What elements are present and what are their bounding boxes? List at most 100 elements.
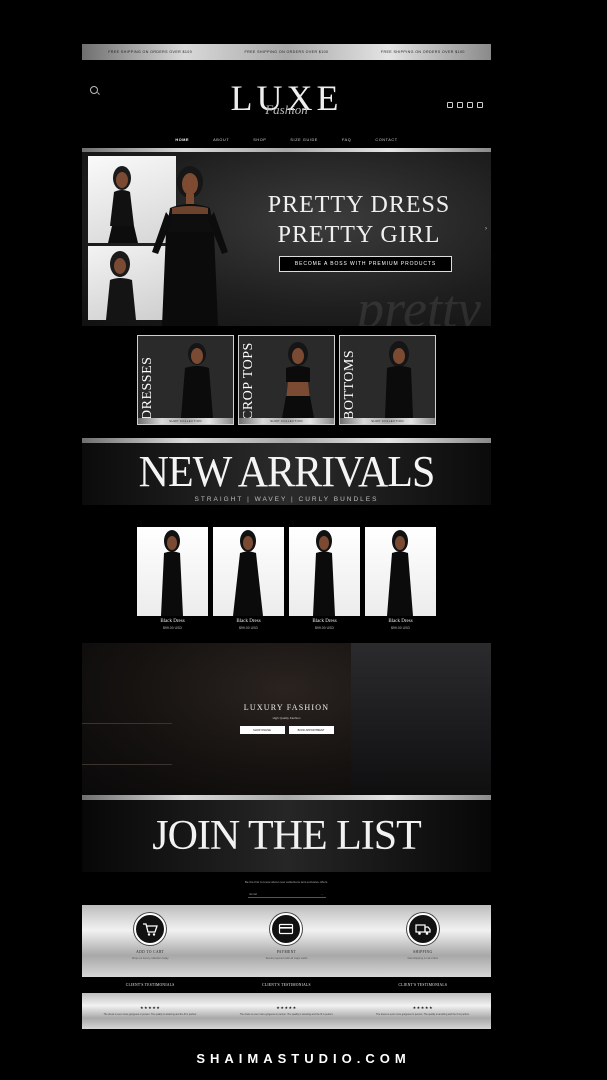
product-name: Black Dress xyxy=(312,619,337,624)
hero-title: PRETTY DRESS PRETTY GIRL xyxy=(248,190,470,250)
product-name: Black Dress xyxy=(160,619,185,624)
announcement-text: FREE SHIPPING ON ORDERS OVER $100 xyxy=(108,50,193,54)
feature-item: PAYMENT Secure payment with all major ca… xyxy=(231,905,341,960)
tiktok-icon[interactable] xyxy=(467,102,473,108)
hero-title-line: PRETTY DRESS xyxy=(267,192,451,218)
hero-model-image xyxy=(152,166,228,326)
feature-desc: Fast shipping on all orders xyxy=(407,957,439,960)
rating-stars: ★★★★★ xyxy=(276,1005,297,1011)
nav-item-shop[interactable]: SHOP xyxy=(253,138,266,146)
product-card[interactable]: Black Dress $99.00 USD xyxy=(213,527,284,643)
model-silhouette xyxy=(233,530,263,616)
facebook-icon[interactable] xyxy=(447,102,453,108)
nav-item-size-guide[interactable]: SIZE GUIDE xyxy=(290,138,318,146)
logo-script: Fashion xyxy=(265,102,308,117)
product-card[interactable]: Black Dress $99.00 USD xyxy=(137,527,208,643)
feature-title: SHIPPING xyxy=(413,950,433,954)
model-silhouette xyxy=(313,530,335,616)
social-links xyxy=(447,102,483,108)
testimonial-card: ★★★★★ The dress is even more gorgeous in… xyxy=(95,1005,205,1016)
feature-desc: Shop our luxury collection today xyxy=(131,957,169,960)
features-strip: ADD TO CART Shop our luxury collection t… xyxy=(82,905,491,977)
nav-item-about[interactable]: ABOUT xyxy=(213,138,229,146)
hero-cta-button[interactable]: BECOME A BOSS WITH PREMIUM PRODUCTS xyxy=(279,256,452,272)
arrow-right-icon[interactable]: → xyxy=(321,892,324,896)
product-image[interactable] xyxy=(289,527,360,616)
product-card[interactable]: Black Dress $99.00 USD xyxy=(365,527,436,643)
testimonial-card: ★★★★★ The dress is even more gorgeous in… xyxy=(231,1005,341,1016)
nav-item-faq[interactable]: FAQ xyxy=(342,138,351,146)
category-label: BOTTOMS xyxy=(342,349,357,420)
website-mockup: FREE SHIPPING ON ORDERS OVER $100 FREE S… xyxy=(82,44,491,1029)
feature-title: ADD TO CART xyxy=(136,950,165,954)
hero-banner: ‹ PRETTY DRESS PRETTY GIRL BECOME A BOSS… xyxy=(82,152,491,326)
hero-watermark: pretty xyxy=(357,279,481,326)
feature-desc: Secure payment with all major cards xyxy=(265,957,308,960)
site-header: LUXE Fashion xyxy=(82,60,491,124)
testimonial-text: The dress is even more gorgeous in perso… xyxy=(103,1013,197,1017)
category-card-crop-tops[interactable]: CROP TOPS SHOP COLLECTION xyxy=(238,335,335,425)
testimonials-heading: CLIENT'S TESTIMONIALS xyxy=(262,983,311,987)
product-card[interactable]: Black Dress $99.00 USD xyxy=(289,527,360,643)
new-arrivals-banner: NEW ARRIVALS STRAIGHT | WAVEY | CURLY BU… xyxy=(82,443,491,505)
product-price: $99.00 USD xyxy=(238,626,259,630)
testimonial-text: The dress is even more gorgeous in perso… xyxy=(376,1013,470,1017)
announcement-text: FREE SHIPPING ON ORDERS OVER $100 xyxy=(244,50,329,54)
product-name: Black Dress xyxy=(388,619,413,624)
category-shop-button[interactable]: SHOP COLLECTION xyxy=(138,418,233,424)
email-field[interactable]: Email → xyxy=(247,890,326,898)
email-placeholder: Email xyxy=(249,891,258,896)
product-price: $99.00 USD xyxy=(390,626,411,630)
announcement-bar: FREE SHIPPING ON ORDERS OVER $100 FREE S… xyxy=(82,44,491,60)
chevron-right-icon[interactable]: › xyxy=(485,226,487,232)
feature-item: ADD TO CART Shop our luxury collection t… xyxy=(95,905,205,960)
testimonial-text: The dress is even more gorgeous in perso… xyxy=(239,1013,334,1017)
category-shop-button[interactable]: SHOP COLLECTION xyxy=(340,418,435,424)
banner-title: LUXURY FASHION xyxy=(243,703,330,712)
book-appointment-button[interactable]: BOOK APPOINTMENT xyxy=(288,726,334,734)
banner-buttons: SHOP ONLINE BOOK APPOINTMENT xyxy=(82,726,491,734)
category-shop-button[interactable]: SHOP COLLECTION xyxy=(239,418,334,424)
nav-item-home[interactable]: HOME xyxy=(175,138,189,146)
newsletter-copy: Be the first to know about new collectio… xyxy=(244,880,329,884)
rating-stars: ★★★★★ xyxy=(412,1005,434,1011)
category-label: CROP TOPS xyxy=(241,342,256,420)
announcement-text: FREE SHIPPING ON ORDERS OVER $100 xyxy=(380,50,465,54)
product-price: $99.00 USD xyxy=(162,626,183,630)
feature-title: PAYMENT xyxy=(276,950,297,954)
category-card-bottoms[interactable]: BOTTOMS SHOP COLLECTION xyxy=(339,335,436,425)
testimonial-card: ★★★★★ The dress is even more gorgeous in… xyxy=(368,1005,478,1016)
model-silhouette xyxy=(161,530,183,616)
join-list-banner: JOIN THE LIST xyxy=(82,800,491,872)
product-price: $99.00 USD xyxy=(314,626,335,630)
model-silhouette xyxy=(181,343,213,418)
instagram-icon[interactable] xyxy=(477,102,483,108)
rating-stars: ★★★★★ xyxy=(139,1005,161,1011)
product-name: Black Dress xyxy=(236,619,261,624)
testimonials-header: CLIENT'S TESTIMONIALS CLIENT'S TESTIMONI… xyxy=(82,977,491,993)
pinterest-icon[interactable] xyxy=(457,102,463,108)
shop-online-button[interactable]: SHOP ONLINE xyxy=(239,726,285,734)
nav-item-contact[interactable]: CONTACT xyxy=(375,138,397,146)
product-image[interactable] xyxy=(137,527,208,616)
hero-title-line: PRETTY GIRL xyxy=(277,222,441,248)
model-silhouette xyxy=(387,530,413,616)
product-image[interactable] xyxy=(365,527,436,616)
category-grid: DRESSES SHOP COLLECTION CROP TOPS SHOP C… xyxy=(82,326,491,438)
model-silhouette xyxy=(385,341,413,418)
section-subtitle: STRAIGHT | WAVEY | CURLY BUNDLES xyxy=(194,496,379,503)
product-grid: Black Dress $99.00 USD Black Dress $99.0… xyxy=(82,527,491,643)
card-icon xyxy=(270,913,303,945)
testimonials-heading: CLIENT'S TESTIMONIALS xyxy=(125,983,175,987)
logo[interactable]: LUXE Fashion xyxy=(82,80,491,117)
section-title: NEW ARRIVALS xyxy=(138,448,436,497)
cart-icon xyxy=(134,913,167,945)
category-card-dresses[interactable]: DRESSES SHOP COLLECTION xyxy=(137,335,234,425)
feature-item: SHIPPING Fast shipping on all orders xyxy=(368,905,478,960)
luxury-banner: LUXURY FASHION High Quality Fashion SHOP… xyxy=(82,643,491,795)
model-silhouette xyxy=(282,342,314,418)
section-title: JOIN THE LIST xyxy=(152,813,422,859)
main-nav: HOME ABOUT SHOP SIZE GUIDE FAQ CONTACT xyxy=(82,138,491,146)
studio-brand: SHAIMASTUDIO.COM xyxy=(196,1051,411,1066)
product-image[interactable] xyxy=(213,527,284,616)
